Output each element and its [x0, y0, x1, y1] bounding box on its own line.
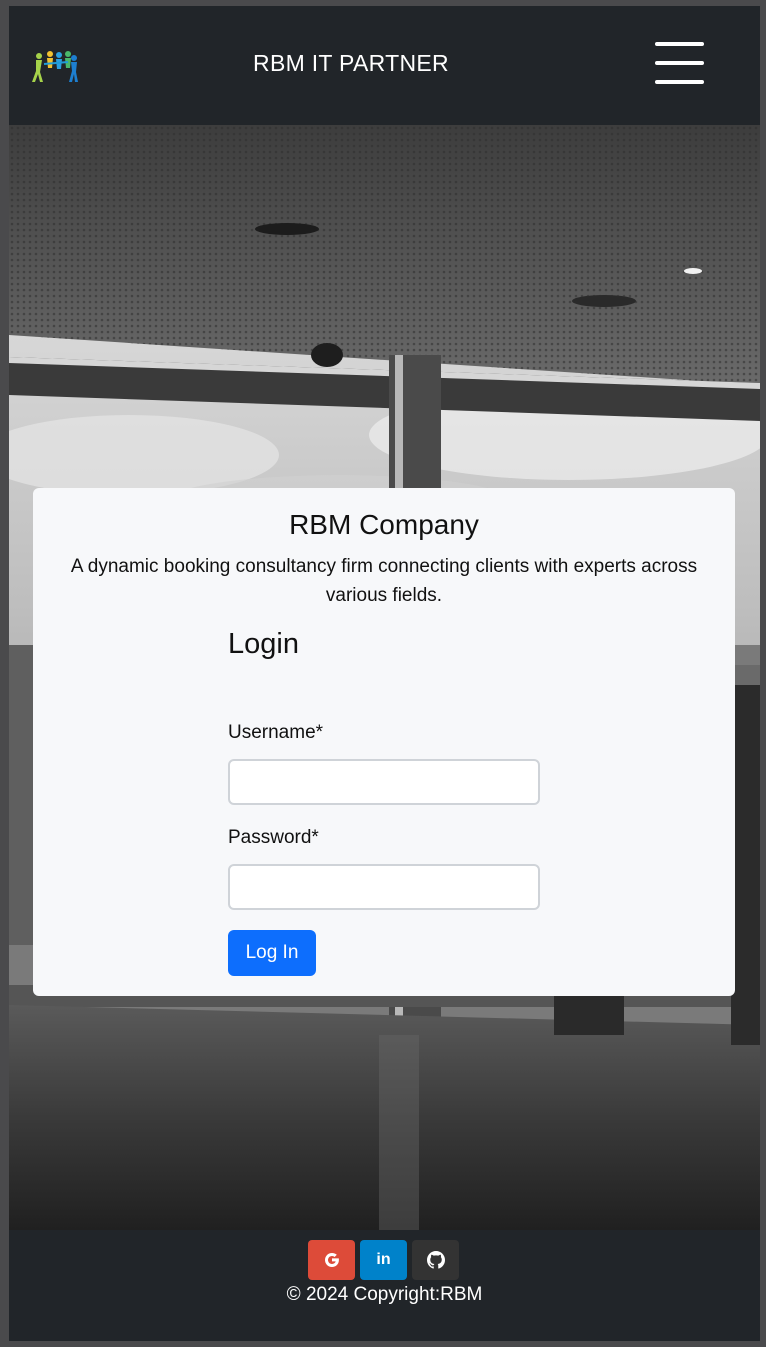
menu-bar [655, 61, 704, 65]
github-icon[interactable] [412, 1240, 459, 1280]
copyright-text: © 2024 Copyright:RBM [286, 1284, 483, 1305]
google-glyph [324, 1253, 339, 1267]
password-input[interactable] [228, 864, 540, 910]
hamburger-menu-icon[interactable] [649, 38, 709, 88]
username-label: Username* [228, 722, 324, 743]
login-card: RBM Company A dynamic booking consultanc… [33, 488, 735, 996]
login-heading: Login [228, 628, 299, 660]
google-icon[interactable] [308, 1240, 355, 1280]
menu-bar [655, 80, 704, 84]
footer: in © 2024 Copyright:RBM [9, 1230, 760, 1341]
app-frame: RBM IT PARTNER RBM Company A dynamic boo… [9, 6, 760, 1341]
github-glyph [426, 1251, 445, 1269]
company-title: RBM Company [289, 509, 479, 540]
password-label: Password* [228, 827, 319, 848]
menu-bar [655, 42, 704, 46]
linkedin-glyph: in [376, 1251, 391, 1268]
navbar: RBM IT PARTNER [9, 6, 760, 125]
login-button[interactable]: Log In [228, 930, 316, 976]
brand-title[interactable]: RBM IT PARTNER [9, 50, 693, 77]
company-tagline: A dynamic booking consultancy firm conne… [70, 556, 698, 606]
username-input[interactable] [228, 759, 540, 805]
linkedin-icon[interactable]: in [360, 1240, 407, 1280]
